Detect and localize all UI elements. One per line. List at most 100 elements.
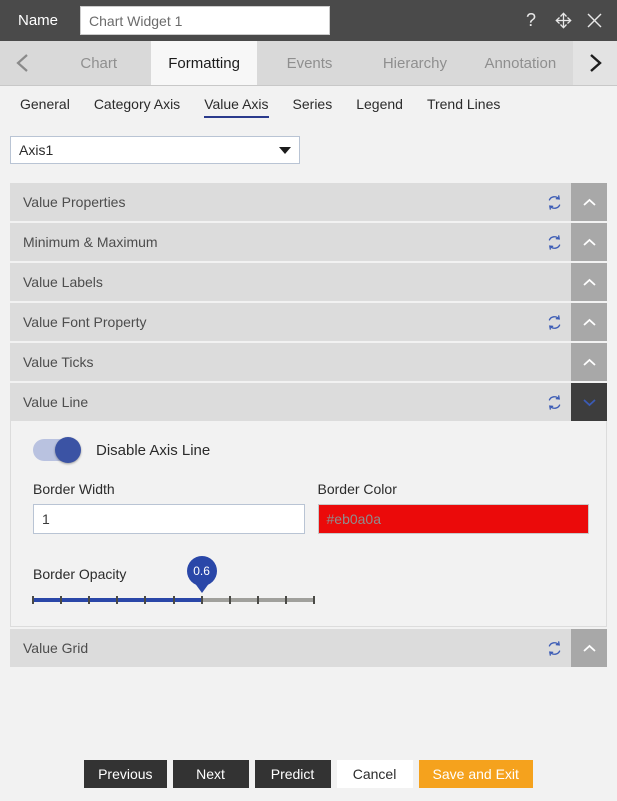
chevron-up-icon[interactable] [571,629,607,667]
accordion-header-value-font-property[interactable]: Value Font Property [10,303,607,341]
cancel-button[interactable]: Cancel [336,760,413,788]
tab-annotation[interactable]: Annotation [467,41,574,85]
accordion-section-minimum-maximum: Minimum & Maximum [10,223,607,261]
accordion-section-value-ticks: Value Ticks [10,343,607,381]
title-bar: Name Chart Widget 1 ? [0,0,617,41]
subtab-general[interactable]: General [8,89,82,119]
accordion-title-value-line: Value Line [23,394,89,410]
accordion-title-value-grid: Value Grid [23,640,89,656]
sub-tab-bar: General Category Axis Value Axis Series … [0,86,617,122]
subtab-legend-label: Legend [356,96,403,112]
tab-hierarchy-label: Hierarchy [382,54,448,72]
accordion-header-value-grid[interactable]: Value Grid [10,629,607,667]
border-opacity-label: Border Opacity [33,566,127,582]
disable-axis-line-toggle[interactable] [33,437,81,463]
svg-text:?: ? [526,11,536,30]
chevron-up-icon[interactable] [571,343,607,381]
tab-chart-label: Chart [80,54,118,72]
tab-formatting-label: Formatting [168,54,240,72]
border-color-input[interactable]: #eb0a0a [317,504,589,534]
border-color-field: Border Color #eb0a0a [317,481,589,534]
border-opacity-slider[interactable]: 0.6 [32,556,315,604]
refresh-icon[interactable] [537,394,571,411]
widget-name-input[interactable]: Chart Widget 1 [80,6,331,35]
chevron-up-icon[interactable] [571,263,607,301]
widget-name-value: Chart Widget 1 [89,12,183,29]
toggle-knob [55,437,81,463]
disable-axis-line-row: Disable Axis Line [11,437,606,463]
accordion-section-value-line: Value Line Disable Axis Line Border Widt… [10,383,607,627]
border-width-input[interactable]: 1 [33,504,305,534]
tab-events[interactable]: Events [256,41,363,85]
value-line-panel: Disable Axis Line Border Width 1 Border … [10,421,607,627]
border-width-label: Border Width [33,481,115,497]
predict-button[interactable]: Predict [254,760,331,788]
value-axis-accordion: Value Properties Minimum & Maximum Value… [0,183,617,667]
accordion-title-value-ticks: Value Ticks [23,354,94,370]
cancel-button-label: Cancel [352,766,397,782]
close-icon[interactable] [586,12,603,29]
title-bar-actions: ? [526,11,607,30]
subtab-series[interactable]: Series [281,89,345,119]
save-and-exit-button-label: Save and Exit [432,766,519,782]
accordion-header-value-labels[interactable]: Value Labels [10,263,607,301]
question-mark-icon[interactable]: ? [526,11,541,30]
refresh-icon[interactable] [537,640,571,657]
accordion-header-value-ticks[interactable]: Value Ticks [10,343,607,381]
refresh-icon[interactable] [537,314,571,331]
main-tab-bar: Chart Formatting Events Hierarchy Annota… [0,41,617,86]
subtab-general-label: General [20,96,70,112]
subtab-category-axis-label: Category Axis [93,96,181,112]
accordion-section-value-labels: Value Labels [10,263,607,301]
accordion-header-minimum-maximum[interactable]: Minimum & Maximum [10,223,607,261]
refresh-icon[interactable] [537,234,571,251]
accordion-section-value-properties: Value Properties [10,183,607,221]
border-color-value: #eb0a0a [326,511,382,527]
footer-actions: Previous Next Predict Cancel Save and Ex… [0,747,617,801]
subtab-category-axis[interactable]: Category Axis [82,89,192,119]
subtab-legend[interactable]: Legend [344,89,415,119]
tab-annotation-label: Annotation [484,54,557,72]
tab-formatting[interactable]: Formatting [151,41,257,85]
border-width-value: 1 [42,511,50,527]
subtab-trend-lines-label: Trend Lines [426,96,501,112]
accordion-title-value-properties: Value Properties [23,194,126,210]
subtab-series-label: Series [292,96,333,112]
axis-select-value: Axis1 [19,142,54,158]
accordion-title-value-font-property: Value Font Property [23,314,147,330]
next-button-label: Next [196,766,225,782]
subtab-value-axis-label: Value Axis [204,96,269,112]
tab-hierarchy[interactable]: Hierarchy [362,41,468,85]
accordion-title-minimum-maximum: Minimum & Maximum [23,234,158,250]
accordion-header-value-line[interactable]: Value Line [10,383,607,421]
slider-value-text: 0.6 [193,564,210,578]
caret-down-icon [279,146,291,154]
slider-value-bubble[interactable]: 0.6 [186,556,217,586]
chevron-down-icon[interactable] [571,383,607,421]
next-button[interactable]: Next [172,760,249,788]
name-label: Name [18,12,59,29]
border-width-field: Border Width 1 [33,481,305,534]
refresh-icon[interactable] [537,194,571,211]
chevron-up-icon[interactable] [571,303,607,341]
chevron-up-icon[interactable] [571,223,607,261]
move-icon[interactable] [555,12,572,29]
tab-chart[interactable]: Chart [46,41,152,85]
previous-button[interactable]: Previous [84,760,167,788]
save-and-exit-button[interactable]: Save and Exit [418,760,533,788]
border-color-label: Border Color [317,481,397,497]
axis-select[interactable]: Axis1 [10,136,300,164]
disable-axis-line-label: Disable Axis Line [96,441,211,459]
border-opacity-block: Border Opacity 0.6 [11,534,606,604]
border-opacity-head: Border Opacity [33,556,606,582]
subtab-value-axis[interactable]: Value Axis [192,89,280,119]
subtab-trend-lines[interactable]: Trend Lines [415,89,512,119]
accordion-title-value-labels: Value Labels [23,274,103,290]
slider-ticks [32,596,315,604]
border-fields-row: Border Width 1 Border Color #eb0a0a [11,481,606,534]
chevron-left-icon[interactable] [0,41,46,85]
tab-events-label: Events [286,54,333,72]
chevron-up-icon[interactable] [571,183,607,221]
chevron-right-icon[interactable] [573,41,617,85]
accordion-header-value-properties[interactable]: Value Properties [10,183,607,221]
